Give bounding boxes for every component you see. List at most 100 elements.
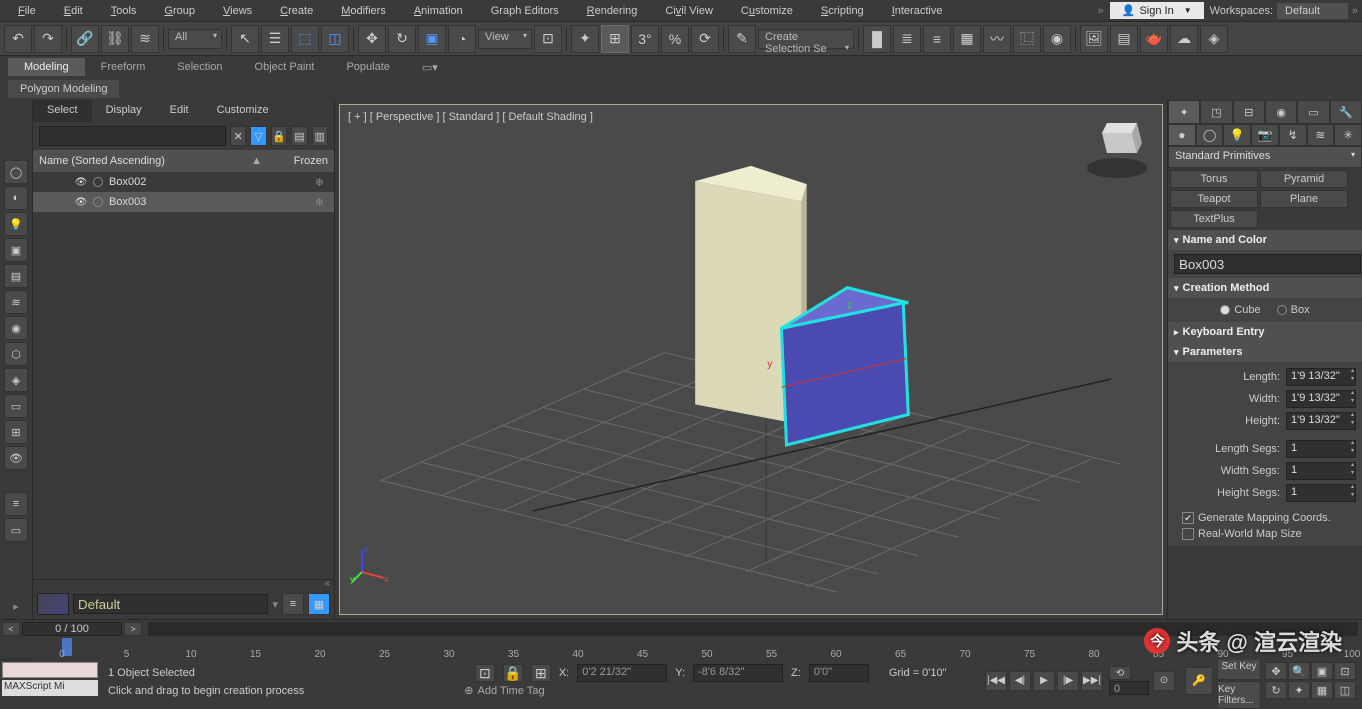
menu-interactive[interactable]: Interactive [878,2,957,20]
bind-button[interactable]: ≋ [131,25,159,53]
view-mode2-icon[interactable]: ▥ [312,126,328,146]
pct-snap-button[interactable]: % [661,25,689,53]
menu-civilview[interactable]: Civil View [651,2,726,20]
lights-icon[interactable]: 💡 [1223,124,1251,146]
menu-animation[interactable]: Animation [400,2,477,20]
time-config-button[interactable]: ⊙ [1153,671,1175,691]
freeze-dot-icon[interactable] [93,197,103,207]
material-swatch[interactable] [37,593,69,615]
clear-search-icon[interactable]: ✕ [230,126,246,146]
selection-lock-icon[interactable]: ⊡ [475,664,495,682]
tab-object-paint[interactable]: Object Paint [239,58,331,76]
tab-selection[interactable]: Selection [161,58,238,76]
helpers-icon[interactable]: ↯ [1279,124,1307,146]
menu-views[interactable]: Views [209,2,266,20]
disp-particles-icon[interactable]: ◉ [4,316,28,340]
walk-icon[interactable]: ✦ [1288,681,1310,699]
radio-cube[interactable]: Cube [1220,304,1260,316]
radio-box[interactable]: Box [1277,304,1310,316]
spinner-snap-button[interactable]: ⟳ [691,25,719,53]
selection-filter-dropdown[interactable]: All [168,29,222,49]
cloud-render-button[interactable]: ☁ [1170,25,1198,53]
viewcube[interactable] [1082,113,1152,183]
menu-file[interactable]: File [4,2,50,20]
angle-snap-button[interactable]: 3° [631,25,659,53]
disp-freeze-icon[interactable]: ≡ [4,492,28,516]
zoom-icon[interactable]: 🔍 [1288,662,1310,680]
refcoord-dropdown[interactable]: View [478,29,532,49]
systems-icon[interactable]: ✳ [1334,124,1362,146]
pivot-button[interactable]: ⊡ [534,25,562,53]
scene-tab-customize[interactable]: Customize [203,100,283,122]
rollup-creation-method[interactable]: ▾Creation Method [1168,278,1362,298]
menu-create[interactable]: Create [266,2,327,20]
motion-tab-icon[interactable]: ◉ [1265,100,1297,124]
ribbon-toggle-button[interactable]: ▦ [953,25,981,53]
next-frame-button[interactable]: |▶ [1057,671,1079,691]
disp-lights-icon[interactable]: 💡 [4,212,28,236]
workspaces-dropdown[interactable]: Default [1277,3,1348,19]
current-frame-input[interactable]: 0 [1109,681,1149,695]
goto-start-button[interactable]: |◀◀ [985,671,1007,691]
gen-mapping-checkbox[interactable]: ✔ [1182,512,1194,524]
ribbon-expand-icon[interactable]: ▭▾ [406,58,454,77]
x-coord[interactable]: 0'2 21/32" [577,664,667,682]
shapes-icon[interactable]: ◯ [1196,124,1224,146]
panel-polygon-modeling[interactable]: Polygon Modeling [8,80,119,98]
named-selection-dropdown[interactable]: Create Selection Se [758,29,854,49]
disp-hide-icon[interactable]: 👁 [4,446,28,470]
primitive-teapot-button[interactable]: Teapot [1170,190,1258,208]
a360-button[interactable]: ◈ [1200,25,1228,53]
frozen-icon[interactable]: ❄ [315,196,324,209]
expand-icon[interactable]: ▸ [13,600,19,613]
primitive-textplus-button[interactable]: TextPlus [1170,210,1258,228]
disp-shapes-icon[interactable]: ◐ [4,186,28,210]
disp-spacewarp-icon[interactable]: ≋ [4,290,28,314]
curve-editor-button[interactable]: 〰 [983,25,1011,53]
disp-ik-icon[interactable]: ◈ [4,368,28,392]
disp-cameras-icon[interactable]: ▣ [4,238,28,262]
layer-manager-icon[interactable]: ▦ [308,593,330,615]
tab-freeform[interactable]: Freeform [85,58,162,76]
transform-type-icon[interactable]: ⊞ [531,664,551,682]
render-button[interactable]: 🫖 [1140,25,1168,53]
placement-button[interactable]: ◔ [448,25,476,53]
add-time-tag[interactable]: Add Time Tag [478,685,545,697]
select-by-name-button[interactable]: ☰ [261,25,289,53]
lseg-spinner[interactable]: 1 [1286,440,1356,458]
display-tab-icon[interactable]: ▭ [1297,100,1329,124]
modify-tab-icon[interactable]: ◳ [1200,100,1232,124]
primitive-pyramid-button[interactable]: Pyramid [1260,170,1348,188]
render-frame-button[interactable]: ▤ [1110,25,1138,53]
rollup-parameters[interactable]: ▾Parameters [1168,342,1362,362]
schematic-button[interactable]: ⿺ [1013,25,1041,53]
disp-geometry-icon[interactable]: ◯ [4,160,28,184]
list-item[interactable]: 👁 Box002 ❄ [33,172,334,192]
signin-button[interactable]: 👤 Sign In ▼ [1110,2,1204,19]
scene-search-input[interactable] [39,126,226,146]
render-setup-button[interactable]: 🖼 [1080,25,1108,53]
key-filters-button[interactable]: Key Filters... [1217,681,1261,709]
hseg-spinner[interactable]: 1 [1286,484,1356,502]
disp-helpers-icon[interactable]: ▤ [4,264,28,288]
lock-icon[interactable]: 🔒 [271,126,287,146]
maximize-icon[interactable]: ▦ [1311,681,1333,699]
width-spinner[interactable]: 1'9 13/32" [1286,390,1356,408]
hierarchy-tab-icon[interactable]: ⊟ [1233,100,1265,124]
menu-tools[interactable]: Tools [97,2,151,20]
length-spinner[interactable]: 1'9 13/32" [1286,368,1356,386]
visibility-icon[interactable]: 👁 [73,175,89,189]
utilities-tab-icon[interactable]: 🔧 [1330,100,1362,124]
key-mode-icon[interactable]: ⟲ [1109,666,1131,680]
time-tag-icon[interactable]: ⊕ [464,684,473,697]
region-rect-button[interactable]: ⬚ [291,25,319,53]
freeze-dot-icon[interactable] [93,177,103,187]
maxscript-input[interactable]: MAXScript Mi [2,680,98,696]
pan-icon[interactable]: ✥ [1265,662,1287,680]
height-spinner[interactable]: 1'9 13/32" [1286,412,1356,430]
align-button[interactable]: ≣ [893,25,921,53]
play-button[interactable]: ▶ [1033,671,1055,691]
mirror-button[interactable]: ▐▌ [863,25,891,53]
perspective-viewport[interactable]: [ + ] [ Perspective ] [ Standard ] [ Def… [339,104,1163,615]
link-button[interactable]: 🔗 [71,25,99,53]
